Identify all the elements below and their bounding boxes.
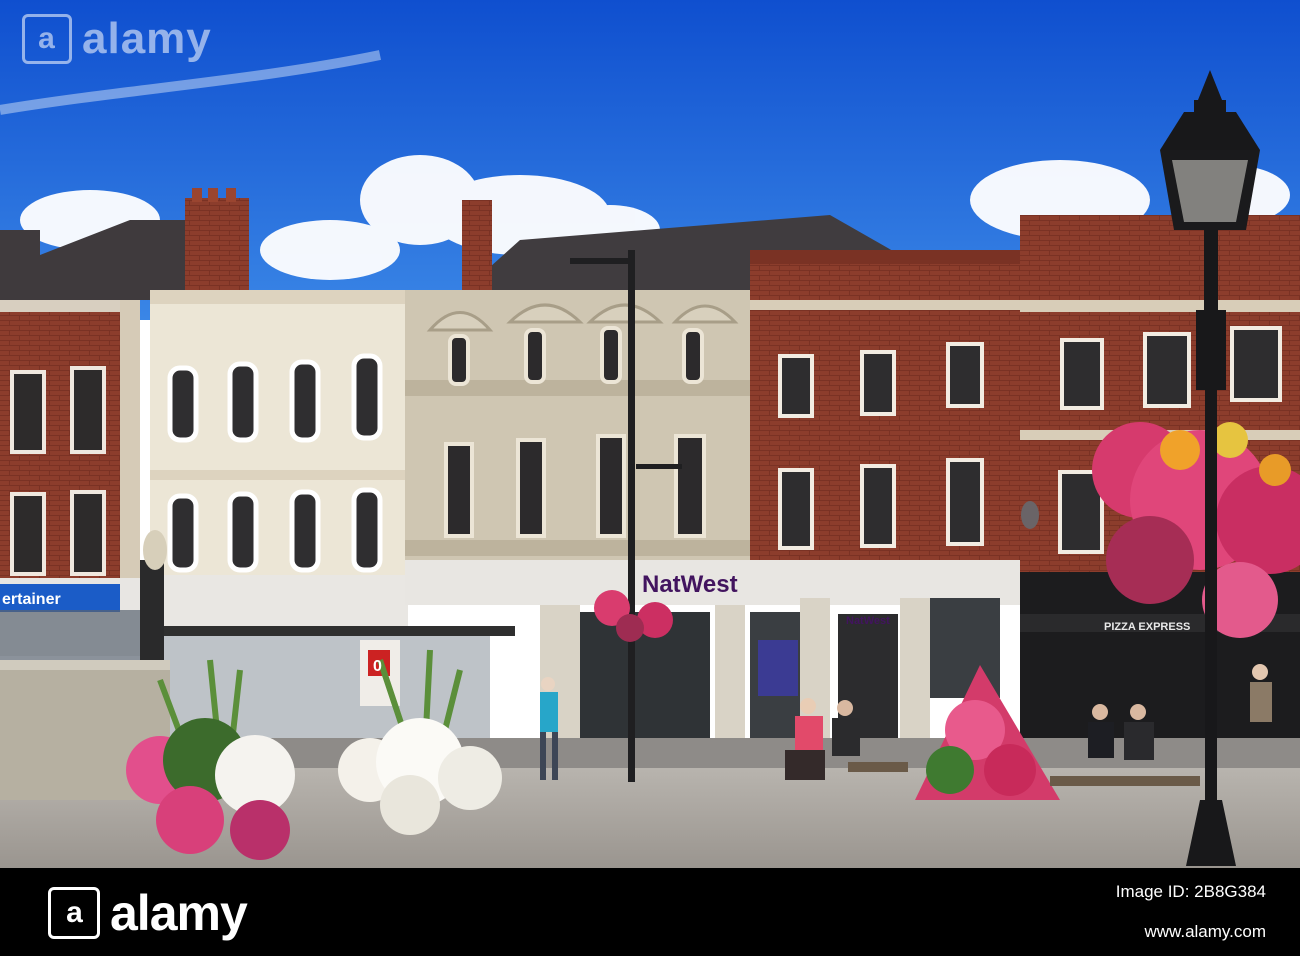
bench-right bbox=[1050, 776, 1200, 786]
photo-illustration: NatWest NatWest ertainer PIZZA EXPRESS 0 bbox=[0, 0, 1300, 868]
building-cream bbox=[150, 290, 410, 580]
footer-brand-name: alamy bbox=[110, 885, 248, 941]
sign-natwest-small: NatWest bbox=[846, 615, 890, 627]
footer-brand-logo[interactable]: a alamy bbox=[48, 884, 248, 942]
photo-scene: NatWest NatWest ertainer PIZZA EXPRESS 0… bbox=[0, 0, 1300, 956]
watermark-brand: alamy bbox=[82, 14, 212, 63]
footer-url[interactable]: www.alamy.com bbox=[1144, 922, 1266, 942]
watermark-mark-icon: a bbox=[22, 14, 72, 64]
alamy-logo-icon: a bbox=[48, 887, 100, 939]
sign-bus-stop-number: 0 bbox=[373, 658, 382, 675]
sign-natwest-main: NatWest bbox=[642, 571, 738, 598]
footer-bar: a alamy Image ID: 2B8G384 www.alamy.com bbox=[0, 868, 1300, 956]
image-id-label: Image ID: 2B8G384 bbox=[1115, 882, 1266, 901]
street-photo: NatWest NatWest ertainer PIZZA EXPRESS 0… bbox=[0, 0, 1300, 868]
building-stone bbox=[405, 290, 750, 580]
bench bbox=[848, 762, 908, 772]
chimney-centre bbox=[462, 200, 492, 292]
building-brick-centre bbox=[750, 250, 1020, 580]
sign-left-shop: ertainer bbox=[2, 591, 61, 608]
sign-pizza-express: PIZZA EXPRESS bbox=[1104, 621, 1190, 633]
watermark-logo: a alamy bbox=[22, 14, 212, 64]
